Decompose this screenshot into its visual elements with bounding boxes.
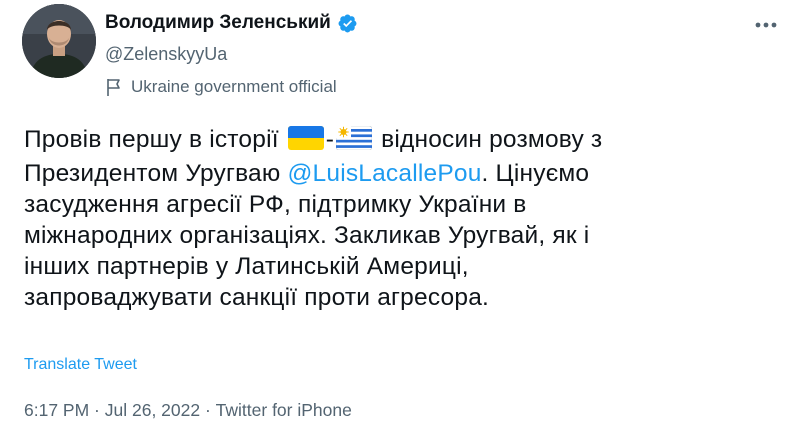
meta-separator: · [89,400,105,420]
mention-link[interactable]: @LuisLacallePou [287,160,481,187]
tweet-line-2: Президентом Уругваю @LuisLacallePou. Цін… [24,160,590,187]
tweet-time[interactable]: 6:17 PM [24,400,89,421]
author-name-row[interactable]: Володимир Зеленський [105,12,358,34]
government-flag-icon [105,77,123,97]
tweet-text: Провів першу в історії - відносин розмов… [24,124,784,313]
tweet-line-6: запроваджувати санкції проти агресора. [24,284,490,311]
more-options-icon[interactable] [746,12,786,38]
avatar[interactable] [22,4,96,78]
display-name[interactable]: Володимир Зеленський [105,12,331,34]
tweet-meta: 6:17 PM · Jul 26, 2022 · Twitter for iPh… [24,400,352,421]
profile-photo-icon [22,4,96,78]
tweet-line-4: міжнародних організаціях. Закликав Уругв… [24,222,590,249]
tweet-line-3: засудження агресії РФ, підтримку України… [24,191,527,218]
author-handle[interactable]: @ZelenskyyUa [105,44,227,65]
tweet-line-5: інших партнерів у Латинській Америці, [24,253,469,280]
tweet-date[interactable]: Jul 26, 2022 [105,400,200,421]
tweet-line-1: Провів першу в історії - відносин розмов… [24,124,784,158]
uruguay-flag-icon [335,125,373,158]
verified-badge-icon [337,13,358,34]
meta-separator: · [200,400,216,420]
affiliation-label-row: Ukraine government official [105,77,337,97]
affiliation-label: Ukraine government official [131,77,337,96]
tweet-source[interactable]: Twitter for iPhone [216,400,352,421]
translate-tweet-link[interactable]: Translate Tweet [24,356,137,374]
ukraine-flag-icon [287,126,324,158]
tweet-card: Володимир Зеленський @ZelenskyyUa Ukrain… [0,0,800,447]
